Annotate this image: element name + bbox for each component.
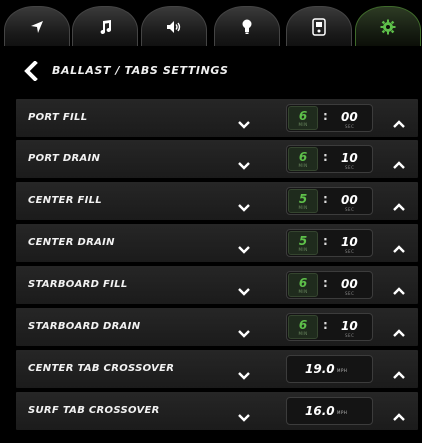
setting-label: PORT FILL: [28, 112, 88, 123]
tab-audio[interactable]: [141, 6, 207, 46]
speed-setting-row: CENTER TAB CROSSOVER 19.0 MPH: [16, 350, 418, 388]
seconds-unit: SEC: [345, 165, 355, 170]
decrease-chevron-icon[interactable]: [238, 114, 250, 129]
speed-setting-row: SURF TAB CROSSOVER 16.0 MPH: [16, 392, 418, 430]
setting-label: CENTER TAB CROSSOVER: [28, 363, 175, 374]
speed-unit: MPH: [337, 368, 348, 373]
setting-row: STARBOARD DRAIN 6 MIN:10 SEC: [16, 308, 418, 346]
increase-chevron-icon[interactable]: [393, 238, 405, 253]
navigation-arrow-icon: [31, 20, 43, 33]
setting-row: PORT DRAIN 6 MIN:10 SEC: [16, 140, 418, 178]
minutes-unit: MIN: [298, 331, 308, 336]
seconds-value[interactable]: 10: [341, 319, 358, 333]
minutes-unit: MIN: [298, 163, 308, 168]
minutes-field[interactable]: 6 MIN: [288, 273, 318, 297]
decrease-chevron-icon[interactable]: [238, 323, 250, 338]
minutes-unit: MIN: [298, 247, 308, 252]
decrease-chevron-icon[interactable]: [238, 281, 250, 296]
minutes-field[interactable]: 5 MIN: [288, 189, 318, 213]
decrease-chevron-icon[interactable]: [238, 407, 250, 422]
time-separator: :: [323, 234, 328, 248]
setting-row: CENTER DRAIN 5 MIN:10 SEC: [16, 224, 418, 262]
minutes-value: 6: [298, 318, 308, 332]
minutes-field[interactable]: 5 MIN: [288, 231, 318, 255]
back-chevron-icon[interactable]: [22, 61, 40, 81]
seconds-unit: SEC: [345, 124, 355, 129]
setting-row: CENTER FILL 5 MIN:00 SEC: [16, 182, 418, 220]
tab-bar: [0, 0, 422, 48]
light-bulb-icon: [242, 19, 252, 34]
minutes-unit: MIN: [298, 205, 308, 210]
speed-value-box[interactable]: 19.0 MPH: [286, 355, 373, 383]
setting-row: STARBOARD FILL 6 MIN:00 SEC: [16, 266, 418, 304]
page-header: BALLAST / TABS SETTINGS: [0, 49, 422, 93]
remote-icon: [312, 17, 326, 36]
seconds-unit: SEC: [345, 207, 355, 212]
time-separator: :: [323, 109, 328, 123]
increase-chevron-icon[interactable]: [393, 280, 405, 295]
minutes-value: 6: [298, 109, 308, 123]
decrease-chevron-icon[interactable]: [238, 365, 250, 380]
time-separator: :: [323, 192, 328, 206]
decrease-chevron-icon[interactable]: [238, 155, 250, 170]
time-value-box: 6 MIN:10 SEC: [286, 313, 373, 341]
setting-label: STARBOARD FILL: [28, 279, 128, 290]
increase-chevron-icon[interactable]: [393, 196, 405, 211]
speed-unit: MPH: [337, 410, 348, 415]
music-note-icon: [100, 19, 111, 34]
increase-chevron-icon[interactable]: [393, 154, 405, 169]
setting-label: CENTER DRAIN: [28, 237, 115, 248]
decrease-chevron-icon[interactable]: [238, 239, 250, 254]
increase-chevron-icon[interactable]: [393, 406, 405, 421]
time-separator: :: [323, 150, 328, 164]
seconds-value[interactable]: 10: [341, 151, 358, 165]
time-value-box: 5 MIN:10 SEC: [286, 229, 373, 257]
minutes-field[interactable]: 6 MIN: [288, 106, 318, 130]
minutes-field[interactable]: 6 MIN: [288, 147, 318, 171]
setting-label: PORT DRAIN: [28, 153, 101, 164]
time-value-box: 5 MIN:00 SEC: [286, 187, 373, 215]
minutes-field[interactable]: 6 MIN: [288, 315, 318, 339]
minutes-value: 6: [298, 150, 308, 164]
setting-row: PORT FILL 6 MIN:00 SEC: [16, 99, 418, 137]
minutes-unit: MIN: [298, 122, 308, 127]
seconds-value[interactable]: 10: [341, 235, 358, 249]
seconds-value[interactable]: 00: [341, 277, 358, 291]
tab-lights[interactable]: [214, 6, 280, 46]
speed-value: 19.0: [305, 362, 335, 376]
minutes-unit: MIN: [298, 289, 308, 294]
seconds-unit: SEC: [345, 291, 355, 296]
tab-music[interactable]: [72, 6, 138, 46]
minutes-value: 6: [298, 276, 308, 290]
minutes-value: 5: [298, 234, 308, 248]
time-separator: :: [323, 276, 328, 290]
seconds-unit: SEC: [345, 249, 355, 254]
gear-icon: [380, 19, 396, 34]
time-value-box: 6 MIN:00 SEC: [286, 104, 373, 132]
decrease-chevron-icon[interactable]: [238, 197, 250, 212]
seconds-unit: SEC: [345, 333, 355, 338]
speed-value-box[interactable]: 16.0 MPH: [286, 397, 373, 425]
increase-chevron-icon[interactable]: [393, 364, 405, 379]
minutes-value: 5: [298, 192, 308, 206]
tab-navigation[interactable]: [4, 6, 70, 46]
tab-remote[interactable]: [286, 6, 352, 46]
seconds-value[interactable]: 00: [341, 110, 358, 124]
setting-label: CENTER FILL: [28, 195, 102, 206]
speaker-icon: [167, 20, 181, 33]
time-separator: :: [323, 318, 328, 332]
page-title: BALLAST / TABS SETTINGS: [52, 64, 229, 77]
time-value-box: 6 MIN:10 SEC: [286, 145, 373, 173]
setting-label: SURF TAB CROSSOVER: [28, 405, 160, 416]
time-value-box: 6 MIN:00 SEC: [286, 271, 373, 299]
increase-chevron-icon[interactable]: [393, 322, 405, 337]
setting-label: STARBOARD DRAIN: [28, 321, 141, 332]
seconds-value[interactable]: 00: [341, 193, 358, 207]
speed-value: 16.0: [305, 404, 335, 418]
tab-settings[interactable]: [355, 6, 421, 46]
increase-chevron-icon[interactable]: [393, 113, 405, 128]
